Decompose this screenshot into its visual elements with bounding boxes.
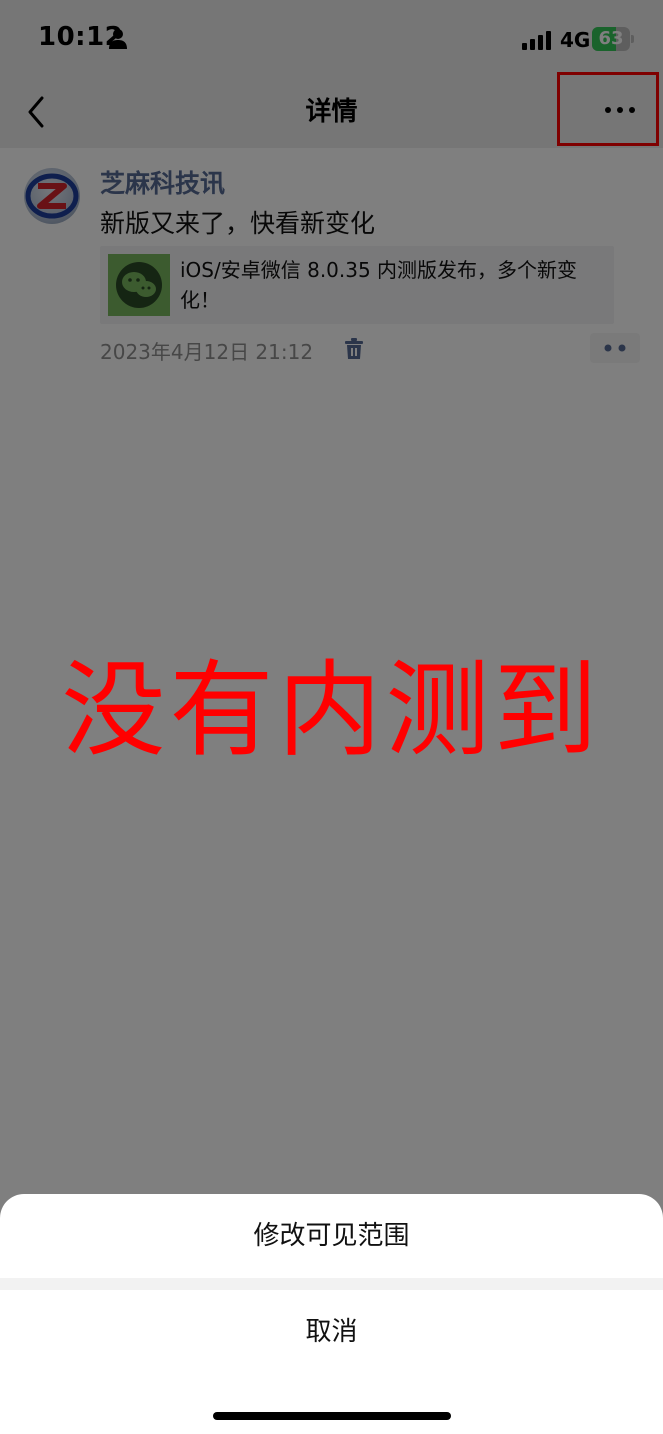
home-indicator[interactable]	[213, 1412, 451, 1420]
action-sheet: 修改可见范围 取消	[0, 1194, 663, 1434]
sheet-divider	[0, 1278, 663, 1290]
annotation-text: 没有内测到	[61, 649, 602, 771]
cancel-button[interactable]: 取消	[0, 1290, 663, 1374]
edit-visibility-button[interactable]: 修改可见范围	[0, 1194, 663, 1278]
screen: 10:12 4G 63 详情	[0, 0, 663, 1434]
